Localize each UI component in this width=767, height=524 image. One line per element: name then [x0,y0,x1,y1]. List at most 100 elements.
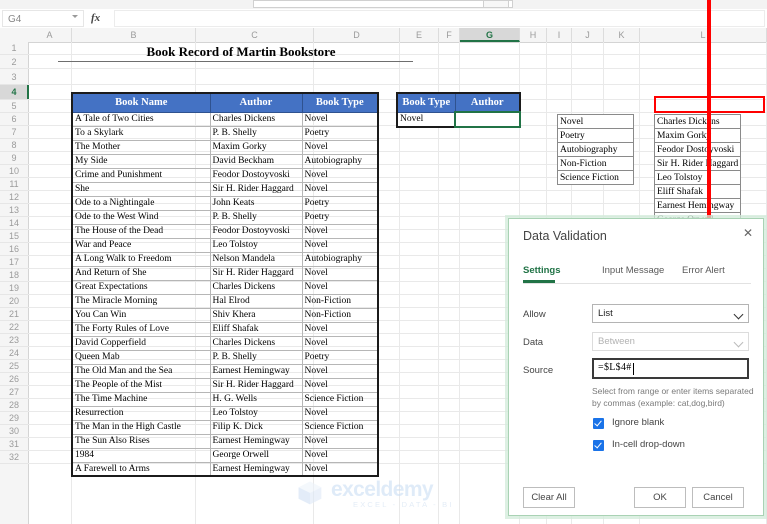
row-header-16[interactable]: 16 [0,243,28,256]
table-cell[interactable]: War and Peace [71,237,211,253]
row-header-30[interactable]: 30 [0,425,28,438]
insert-function-button[interactable]: fx [88,10,110,27]
book-type-cell[interactable]: Poetry [557,128,634,143]
column-header-i[interactable]: I [547,28,572,42]
table-cell[interactable]: Non-Fiction [301,307,379,323]
table-cell[interactable]: A Long Walk to Freedom [71,251,211,267]
author-cell[interactable]: Eliff Shafak [653,184,742,199]
row-header-9[interactable]: 9 [0,152,28,165]
row-header-32[interactable]: 32 [0,451,28,464]
table-cell[interactable]: Novel [301,377,379,393]
table-cell[interactable]: Feodor Dostoyvoski [209,167,303,183]
clear-all-button[interactable]: Clear All [523,487,575,508]
author-cell[interactable]: Charles Dickens [653,114,742,129]
table-cell[interactable]: Novel [301,111,379,127]
table-cell[interactable]: And Return of She [71,265,211,281]
column-header-a[interactable]: A [28,28,72,42]
table-cell[interactable]: She [71,181,211,197]
table-cell[interactable]: Autobiography [301,251,379,267]
row-header-1[interactable]: 1 [0,42,28,55]
table-cell[interactable]: Earnest Hemingway [209,433,303,449]
table-cell[interactable]: David Copperfield [71,335,211,351]
row-header-8[interactable]: 8 [0,139,28,152]
table-cell[interactable]: The Man in the High Castle [71,419,211,435]
top-partial-input[interactable] [253,0,513,8]
ignore-blank-checkbox[interactable] [593,418,604,429]
table-cell[interactable]: P. B. Shelly [209,125,303,141]
table-cell[interactable]: Novel [301,461,379,477]
source-input[interactable]: =$L$4# [592,358,749,379]
column-header-c[interactable]: C [196,28,314,42]
table-cell[interactable]: Sir H. Rider Haggard [209,265,303,281]
row-header-12[interactable]: 12 [0,191,28,204]
row-header-22[interactable]: 22 [0,321,28,334]
table-cell[interactable]: P. B. Shelly [209,209,303,225]
table-cell[interactable]: Leo Tolstoy [209,237,303,253]
row-header-27[interactable]: 27 [0,386,28,399]
table-cell[interactable]: Earnest Hemingway [209,363,303,379]
allow-select[interactable]: List [592,304,749,323]
book-type-cell[interactable]: Science Fiction [557,170,634,185]
table-cell[interactable]: Novel [301,335,379,351]
table-cell[interactable]: Sir H. Rider Haggard [209,377,303,393]
column-header-g[interactable]: G [460,28,520,42]
table-cell[interactable]: Leo Tolstoy [209,405,303,421]
author-cell[interactable]: Leo Tolstoy [653,170,742,185]
table-cell[interactable]: George Orwell [209,447,303,463]
table-cell[interactable]: You Can Win [71,307,211,323]
table-cell[interactable]: The Forty Rules of Love [71,321,211,337]
table-cell[interactable]: Novel [301,447,379,463]
table-cell[interactable]: Nelson Mandela [209,251,303,267]
chevron-down-icon[interactable] [733,309,744,320]
row-header-20[interactable]: 20 [0,295,28,308]
table-cell[interactable]: Science Fiction [301,419,379,435]
table-cell[interactable]: Ode to a Nightingale [71,195,211,211]
table-cell[interactable]: A Farewell to Arms [71,461,211,477]
table-cell[interactable]: Poetry [301,125,379,141]
table-cell[interactable]: Charles Dickens [209,111,303,127]
row-header-31[interactable]: 31 [0,438,28,451]
table-cell[interactable]: P. B. Shelly [209,349,303,365]
table-cell[interactable]: The Time Machine [71,391,211,407]
row-header-4[interactable]: 4 [0,85,29,100]
author-cell[interactable]: Feodor Dostoyvoski [653,142,742,157]
table-cell[interactable]: Autobiography [301,153,379,169]
table-cell[interactable]: Sir H. Rider Haggard [209,181,303,197]
ok-button[interactable]: OK [634,487,686,508]
row-header-26[interactable]: 26 [0,373,28,386]
column-header-k[interactable]: K [604,28,640,42]
table-cell[interactable]: The Sun Also Rises [71,433,211,449]
formula-bar-input[interactable] [114,10,765,27]
table-cell[interactable]: Ode to the West Wind [71,209,211,225]
table-cell[interactable]: The Miracle Morning [71,293,211,309]
table-cell[interactable]: Novel [301,223,379,239]
row-header-25[interactable]: 25 [0,360,28,373]
book-type-cell[interactable]: Autobiography [557,142,634,157]
table-cell[interactable]: Charles Dickens [209,279,303,295]
table-cell[interactable]: Novel [301,363,379,379]
table-cell[interactable]: The Old Man and the Sea [71,363,211,379]
table-cell[interactable]: Great Expectations [71,279,211,295]
cancel-button[interactable]: Cancel [692,487,744,508]
name-box[interactable]: G4 [2,10,84,27]
table-cell[interactable]: Resurrection [71,405,211,421]
chevron-down-icon[interactable] [733,337,744,348]
cell-g4-author-selected[interactable] [454,111,521,128]
table-cell[interactable]: Poetry [301,209,379,225]
column-header-d[interactable]: D [314,28,400,42]
table-cell[interactable]: The Mother [71,139,211,155]
table-cell[interactable]: Eliff Shafak [209,321,303,337]
table-cell[interactable]: Non-Fiction [301,293,379,309]
column-header-b[interactable]: B [72,28,196,42]
tab-input-message[interactable]: Input Message [602,265,664,276]
row-header-19[interactable]: 19 [0,282,28,295]
close-icon[interactable]: ✕ [743,227,753,239]
table-cell[interactable]: A Tale of Two Cities [71,111,211,127]
tab-settings[interactable]: Settings [523,265,560,276]
table-cell[interactable]: To a Skylark [71,125,211,141]
row-header-2[interactable]: 2 [0,55,28,69]
table-cell[interactable]: Maxim Gorky [209,139,303,155]
table-cell[interactable]: Science Fiction [301,391,379,407]
table-cell[interactable]: Charles Dickens [209,335,303,351]
row-header-17[interactable]: 17 [0,256,28,269]
